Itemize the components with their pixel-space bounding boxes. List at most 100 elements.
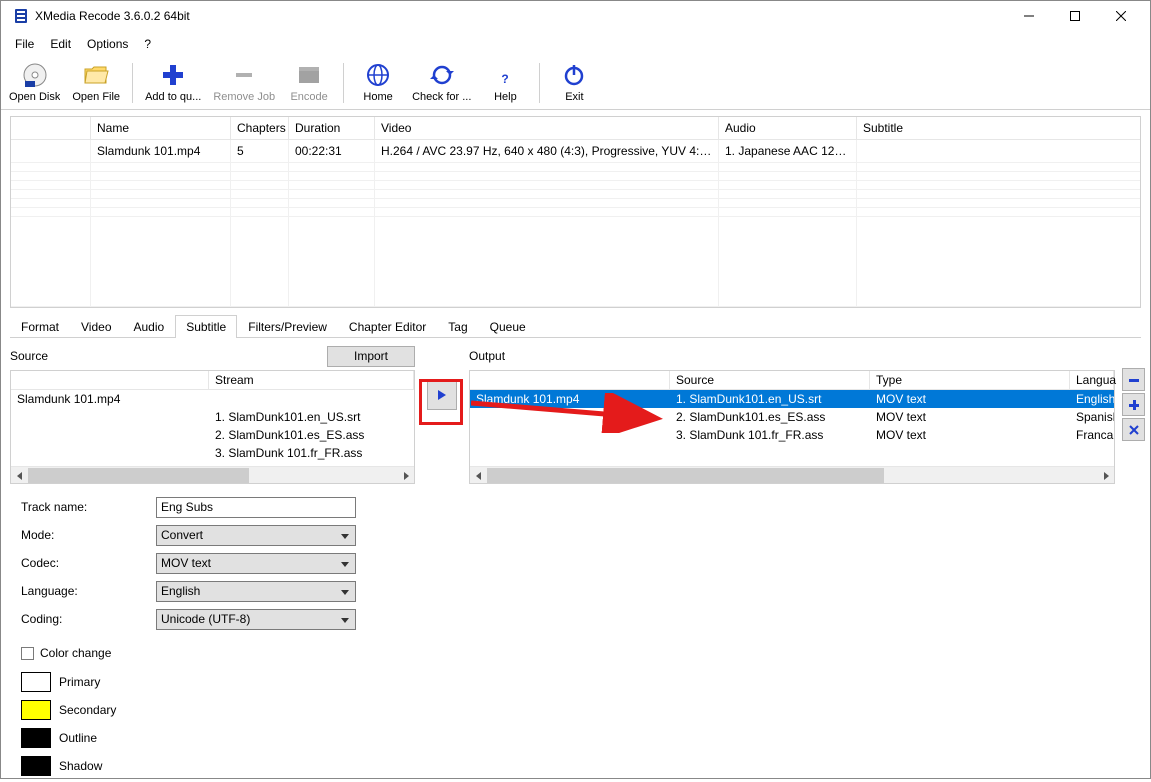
- tab-subtitle[interactable]: Subtitle: [175, 315, 237, 338]
- column-header-chapters[interactable]: Chapters: [231, 117, 289, 139]
- file-list-header: Name Chapters Duration Video Audio Subti…: [11, 117, 1140, 140]
- add-queue-button[interactable]: Add to qu...: [139, 59, 207, 107]
- scroll-left-icon[interactable]: [470, 467, 487, 484]
- file-row-empty: [11, 163, 1140, 172]
- codec-select[interactable]: MOV text: [156, 553, 356, 574]
- file-row-empty: [11, 181, 1140, 190]
- add-to-output-button[interactable]: [427, 380, 457, 410]
- open-file-button[interactable]: Open File: [66, 59, 126, 107]
- remove-output-button[interactable]: [1122, 368, 1145, 391]
- menu-bar: File Edit Options ?: [1, 31, 1150, 57]
- minimize-button[interactable]: [1006, 1, 1052, 31]
- column-header-name[interactable]: Name: [91, 117, 231, 139]
- file-row-empty: [11, 172, 1140, 181]
- scroll-right-icon[interactable]: [1097, 467, 1114, 484]
- secondary-color-swatch[interactable]: [21, 700, 51, 720]
- source-row[interactable]: Slamdunk 101.mp4: [11, 390, 414, 408]
- disc-icon: [21, 61, 49, 89]
- source-col-stream[interactable]: Stream: [209, 371, 414, 389]
- toolbar-label: Home: [363, 91, 392, 103]
- help-button[interactable]: ? Help: [477, 59, 533, 107]
- source-row[interactable]: 3. SlamDunk 101.fr_FR.ass: [11, 444, 414, 462]
- output-label: Output: [469, 349, 505, 363]
- source-row[interactable]: 2. SlamDunk101.es_ES.ass: [11, 426, 414, 444]
- color-change-label: Color change: [40, 646, 111, 660]
- file-row-empty: [11, 199, 1140, 208]
- codec-label: Codec:: [21, 556, 156, 570]
- tab-audio[interactable]: Audio: [123, 315, 176, 338]
- horizontal-scrollbar[interactable]: [470, 466, 1114, 483]
- shadow-color-swatch[interactable]: [21, 756, 51, 776]
- clear-output-button[interactable]: [1122, 418, 1145, 441]
- open-disk-button[interactable]: Open Disk: [3, 59, 66, 107]
- secondary-color-label: Secondary: [59, 703, 116, 717]
- mode-select[interactable]: Convert: [156, 525, 356, 546]
- tab-queue[interactable]: Queue: [479, 315, 537, 338]
- color-change-checkbox[interactable]: [21, 647, 34, 660]
- remove-job-button: Remove Job: [207, 59, 281, 107]
- file-row[interactable]: Slamdunk 101.mp4 5 00:22:31 H.264 / AVC …: [11, 140, 1140, 163]
- toolbar-label: Add to qu...: [145, 91, 201, 103]
- tab-chapter[interactable]: Chapter Editor: [338, 315, 437, 338]
- outline-color-swatch[interactable]: [21, 728, 51, 748]
- menu-help[interactable]: ?: [136, 33, 159, 55]
- output-col-blank[interactable]: [470, 371, 670, 389]
- file-video-cell: H.264 / AVC 23.97 Hz, 640 x 480 (4:3), P…: [375, 140, 719, 162]
- toolbar-label: Remove Job: [213, 91, 275, 103]
- scroll-left-icon[interactable]: [11, 467, 28, 484]
- menu-options[interactable]: Options: [79, 33, 136, 55]
- close-button[interactable]: [1098, 1, 1144, 31]
- column-header-subtitle[interactable]: Subtitle: [857, 117, 1140, 139]
- check-update-button[interactable]: Check for ...: [406, 59, 477, 107]
- column-header-duration[interactable]: Duration: [289, 117, 375, 139]
- title-bar: XMedia Recode 3.6.0.2 64bit: [1, 1, 1150, 31]
- output-list: Source Type Langua Slamdunk 101.mp41. Sl…: [469, 370, 1115, 484]
- horizontal-scrollbar[interactable]: [11, 466, 414, 483]
- home-button[interactable]: Home: [350, 59, 406, 107]
- primary-color-label: Primary: [59, 675, 100, 689]
- svg-text:?: ?: [502, 72, 509, 86]
- tab-format[interactable]: Format: [10, 315, 70, 338]
- file-audio-cell: 1. Japanese AAC 127 ...: [719, 140, 857, 162]
- output-col-language[interactable]: Langua: [1070, 371, 1114, 389]
- file-row-empty: [11, 217, 1140, 307]
- outline-color-label: Outline: [59, 731, 97, 745]
- app-icon: [13, 8, 29, 24]
- folder-icon: [82, 61, 110, 89]
- track-name-input[interactable]: [156, 497, 356, 518]
- maximize-button[interactable]: [1052, 1, 1098, 31]
- toolbar-label: Exit: [565, 91, 583, 103]
- coding-select[interactable]: Unicode (UTF-8): [156, 609, 356, 630]
- menu-file[interactable]: File: [7, 33, 42, 55]
- tab-filters[interactable]: Filters/Preview: [237, 315, 338, 338]
- output-row[interactable]: Slamdunk 101.mp41. SlamDunk101.en_US.srt…: [470, 390, 1114, 408]
- question-icon: ?: [491, 61, 519, 89]
- track-name-label: Track name:: [21, 500, 156, 514]
- globe-icon: [364, 61, 392, 89]
- coding-label: Coding:: [21, 612, 156, 626]
- scroll-right-icon[interactable]: [397, 467, 414, 484]
- primary-color-swatch[interactable]: [21, 672, 51, 692]
- subtitle-settings-form: Track name: Mode: Convert Codec: MOV tex…: [1, 490, 1150, 782]
- output-col-type[interactable]: Type: [870, 371, 1070, 389]
- plus-icon: [159, 61, 187, 89]
- toolbar: Open Disk Open File Add to qu... Remove …: [1, 57, 1150, 110]
- output-col-source[interactable]: Source: [670, 371, 870, 389]
- tab-tag[interactable]: Tag: [437, 315, 478, 338]
- import-button[interactable]: Import: [327, 346, 415, 367]
- source-list: Stream Slamdunk 101.mp4 1. SlamDunk101.e…: [10, 370, 415, 484]
- language-select[interactable]: English: [156, 581, 356, 602]
- menu-edit[interactable]: Edit: [42, 33, 79, 55]
- column-header-audio[interactable]: Audio: [719, 117, 857, 139]
- toolbar-separator: [539, 63, 540, 103]
- mode-label: Mode:: [21, 528, 156, 542]
- tab-video[interactable]: Video: [70, 315, 122, 338]
- exit-button[interactable]: Exit: [546, 59, 602, 107]
- output-row[interactable]: 2. SlamDunk101.es_ES.assMOV textSpanish: [470, 408, 1114, 426]
- output-row[interactable]: 3. SlamDunk 101.fr_FR.assMOV textFranca: [470, 426, 1114, 444]
- source-col-blank[interactable]: [11, 371, 209, 389]
- column-header-video[interactable]: Video: [375, 117, 719, 139]
- add-output-button[interactable]: [1122, 393, 1145, 416]
- source-row[interactable]: 1. SlamDunk101.en_US.srt: [11, 408, 414, 426]
- column-header-blank[interactable]: [11, 117, 91, 139]
